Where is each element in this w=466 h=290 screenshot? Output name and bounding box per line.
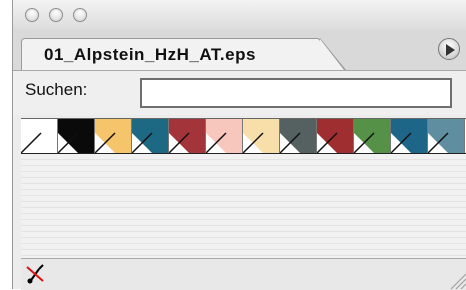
color-swatch[interactable] (58, 119, 95, 153)
title-bar (13, 0, 466, 31)
swatches-panel: 01_Alpstein_HzH_AT.eps Suchen: (12, 0, 466, 290)
triangle-right-icon (446, 44, 455, 56)
swatch-corner-icon (428, 132, 449, 153)
zoom-window-button[interactable] (73, 8, 87, 22)
swatch-corner-icon (206, 132, 227, 153)
swatch-corner-icon (21, 132, 42, 153)
panel-menu-button[interactable] (438, 38, 460, 60)
resize-grip-icon[interactable] (445, 268, 466, 290)
swatch-corner-icon (391, 132, 412, 153)
swatch-list-area (21, 154, 466, 258)
search-input[interactable] (140, 78, 452, 108)
color-swatch[interactable] (21, 119, 58, 153)
color-swatch[interactable] (132, 119, 169, 153)
swatch-row (21, 118, 466, 155)
bottom-bar (21, 258, 466, 290)
close-window-button[interactable] (25, 8, 39, 22)
swatch-corner-icon (95, 132, 116, 153)
color-swatch[interactable] (206, 119, 243, 153)
color-swatch[interactable] (169, 119, 206, 153)
tab-document[interactable]: 01_Alpstein_HzH_AT.eps (21, 38, 346, 70)
tab-strip: 01_Alpstein_HzH_AT.eps (13, 30, 466, 71)
no-color-icon[interactable] (25, 263, 47, 285)
search-label: Suchen: (25, 80, 88, 99)
color-swatch[interactable] (317, 119, 354, 153)
tab-label: 01_Alpstein_HzH_AT.eps (44, 45, 256, 64)
color-swatch[interactable] (280, 119, 317, 153)
swatch-corner-icon (58, 132, 79, 153)
minimize-window-button[interactable] (49, 8, 63, 22)
swatch-corner-icon (280, 132, 301, 153)
color-swatch[interactable] (95, 119, 132, 153)
color-swatch[interactable] (354, 119, 391, 153)
swatch-corner-icon (169, 132, 190, 153)
swatch-corner-icon (354, 132, 375, 153)
color-swatch[interactable] (428, 119, 465, 153)
color-swatch[interactable] (391, 119, 428, 153)
swatch-corner-icon (317, 132, 338, 153)
color-swatch[interactable] (243, 119, 280, 153)
swatch-corner-icon (243, 132, 264, 153)
swatch-corner-icon (132, 132, 153, 153)
